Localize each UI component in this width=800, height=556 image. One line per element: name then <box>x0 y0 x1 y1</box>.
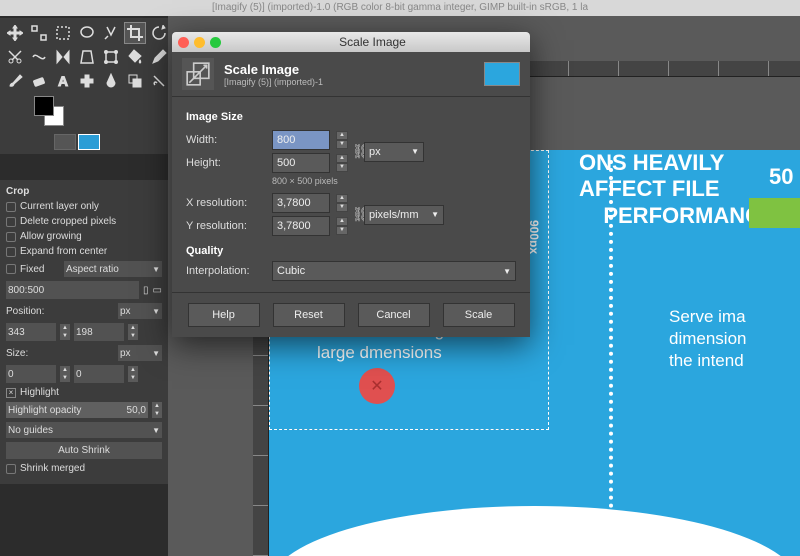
tool-fuzzy[interactable] <box>100 22 122 44</box>
scale-icon <box>182 58 214 90</box>
tool-crop[interactable] <box>124 22 146 44</box>
tool-heal[interactable] <box>76 70 98 92</box>
pos-x-input[interactable] <box>6 323 56 341</box>
pos-unit-dropdown[interactable]: px▼ <box>118 303 162 319</box>
canvas-wave <box>269 506 800 556</box>
tool-move[interactable] <box>4 22 26 44</box>
tool-warp[interactable] <box>28 46 50 68</box>
tool-text[interactable]: A <box>52 70 74 92</box>
chk-current-layer[interactable] <box>6 202 16 212</box>
error-icon: ✕ <box>359 368 395 404</box>
chk-shrink-merged[interactable] <box>6 464 16 474</box>
tool-pencil[interactable] <box>148 46 170 68</box>
canvas-caption-2: Serve ima dimension the intend <box>669 306 747 372</box>
color-swatches[interactable] <box>4 96 164 126</box>
cancel-button[interactable]: Cancel <box>358 303 430 327</box>
pos-y-input[interactable] <box>74 323 124 341</box>
image-size-section: Image Size <box>186 111 516 123</box>
tool-preset-thumb-active[interactable] <box>78 134 100 150</box>
width-down[interactable]: ▼ <box>336 140 348 149</box>
tool-transform[interactable] <box>100 46 122 68</box>
fg-color-swatch[interactable] <box>34 96 54 116</box>
xres-input[interactable] <box>272 193 330 213</box>
chk-delete-cropped[interactable] <box>6 217 16 227</box>
tool-scissors[interactable] <box>4 46 26 68</box>
size-h-input[interactable] <box>74 365 124 383</box>
window-zoom-icon[interactable] <box>210 37 221 48</box>
help-button[interactable]: Help <box>188 303 260 327</box>
width-input[interactable] <box>272 130 330 150</box>
options-title: Crop <box>6 186 162 197</box>
tool-flip[interactable] <box>52 46 74 68</box>
dialog-subtitle: [Imagify (5)] (imported)-1 <box>224 77 323 87</box>
dialog-thumbnail <box>484 62 520 86</box>
height-up[interactable]: ▲ <box>336 154 348 163</box>
orient-portrait-icon[interactable]: ▯ <box>143 285 149 296</box>
dialog-titlebar[interactable]: Scale Image <box>172 32 530 52</box>
size-unit-select[interactable]: px▼ <box>364 142 424 162</box>
tool-ink[interactable] <box>100 70 122 92</box>
chain-link-icon[interactable]: ⛓ <box>348 143 364 160</box>
canvas-number: 50 <box>769 164 793 190</box>
size-w-input[interactable] <box>6 365 56 383</box>
chk-fixed[interactable] <box>6 264 16 274</box>
pixels-note: 800 × 500 pixels <box>272 176 516 186</box>
canvas-green-rect <box>749 198 800 228</box>
chk-expand-center[interactable] <box>6 247 16 257</box>
tool-more[interactable] <box>148 70 170 92</box>
height-input[interactable] <box>272 153 330 173</box>
window-minimize-icon[interactable] <box>194 37 205 48</box>
size-unit-dropdown[interactable]: px▼ <box>118 345 162 361</box>
auto-shrink-button[interactable]: Auto Shrink <box>6 442 162 459</box>
dialog-window-title: Scale Image <box>221 35 524 49</box>
scale-image-dialog: Scale Image Scale Image [Imagify (5)] (i… <box>172 32 530 337</box>
dialog-header-title: Scale Image <box>224 62 323 77</box>
tool-bucket[interactable] <box>124 46 146 68</box>
interpolation-select[interactable]: Cubic▼ <box>272 261 516 281</box>
tool-align[interactable] <box>28 22 50 44</box>
tool-perspective[interactable] <box>76 46 98 68</box>
tool-brush[interactable] <box>4 70 26 92</box>
divider-dots <box>609 160 613 556</box>
tool-rect-select[interactable] <box>52 22 74 44</box>
quality-section: Quality <box>186 245 516 257</box>
yres-input[interactable] <box>272 216 330 236</box>
window-close-icon[interactable] <box>178 37 189 48</box>
scale-button[interactable]: Scale <box>443 303 515 327</box>
tool-eraser[interactable] <box>28 70 50 92</box>
aspect-ratio-dropdown[interactable]: Aspect ratio▼ <box>64 261 162 277</box>
svg-text:A: A <box>58 73 68 89</box>
highlight-opacity-slider[interactable]: Highlight opacity50,0 <box>6 402 148 418</box>
tool-clone[interactable] <box>124 70 146 92</box>
height-down[interactable]: ▼ <box>336 163 348 172</box>
tool-options-panel: Crop Current layer only Delete cropped p… <box>0 180 168 484</box>
reset-button[interactable]: Reset <box>273 303 345 327</box>
tool-rotate[interactable] <box>148 22 170 44</box>
orient-landscape-icon[interactable]: ▭ <box>153 285 162 296</box>
app-titlebar: [Imagify (5)] (imported)-1.0 (RGB color … <box>0 0 800 16</box>
guides-dropdown[interactable]: No guides▼ <box>6 422 162 438</box>
res-unit-select[interactable]: pixels/mm▼ <box>364 205 444 225</box>
aspect-value-input[interactable] <box>6 281 139 299</box>
width-up[interactable]: ▲ <box>336 131 348 140</box>
tool-lasso[interactable] <box>76 22 98 44</box>
tool-preset-thumb[interactable] <box>54 134 76 150</box>
chain-link-res-icon[interactable]: ⛓ <box>348 206 364 223</box>
highlight-close[interactable]: × <box>6 388 16 398</box>
chk-allow-growing[interactable] <box>6 232 16 242</box>
toolbox: A <box>0 18 168 154</box>
